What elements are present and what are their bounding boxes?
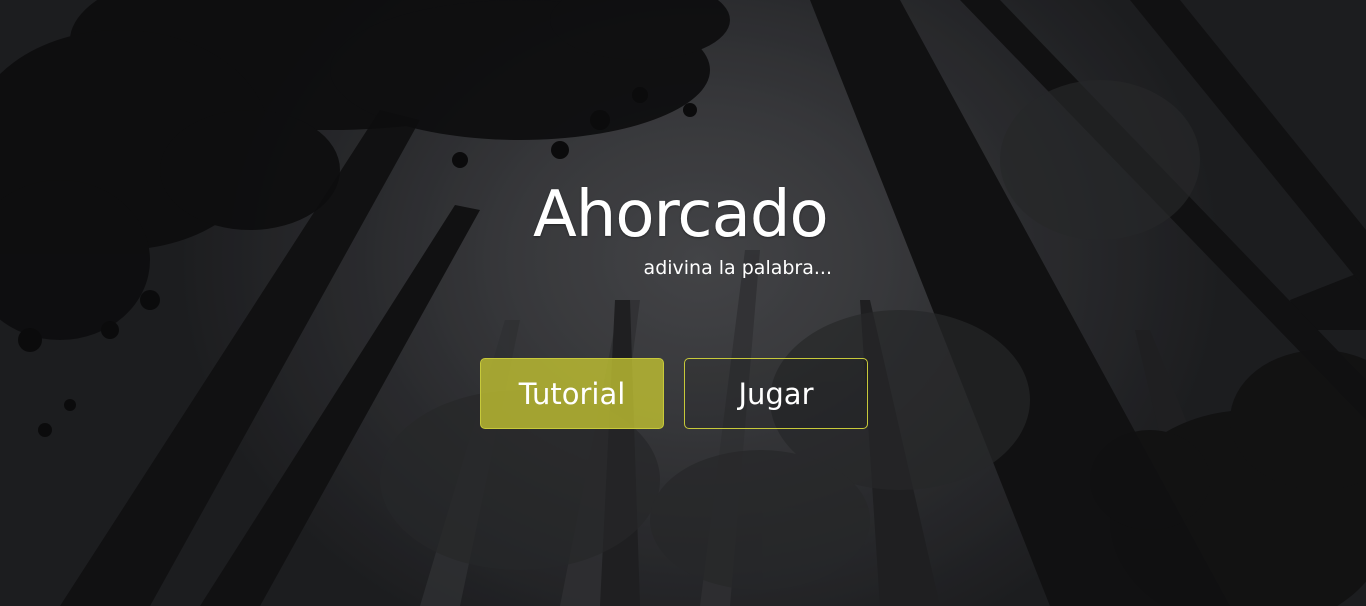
play-button[interactable]: Jugar — [684, 358, 868, 429]
tutorial-button-label: Tutorial — [518, 376, 626, 411]
game-start-screen: Ahorcado adivina la palabra... Tutorial … — [0, 0, 1366, 606]
game-title: Ahorcado — [533, 178, 829, 252]
title-panel: Ahorcado adivina la palabra... Tutorial … — [0, 0, 1366, 606]
tutorial-button[interactable]: Tutorial — [480, 358, 664, 429]
game-subtitle: adivina la palabra... — [643, 257, 832, 279]
play-button-label: Jugar — [738, 376, 814, 411]
